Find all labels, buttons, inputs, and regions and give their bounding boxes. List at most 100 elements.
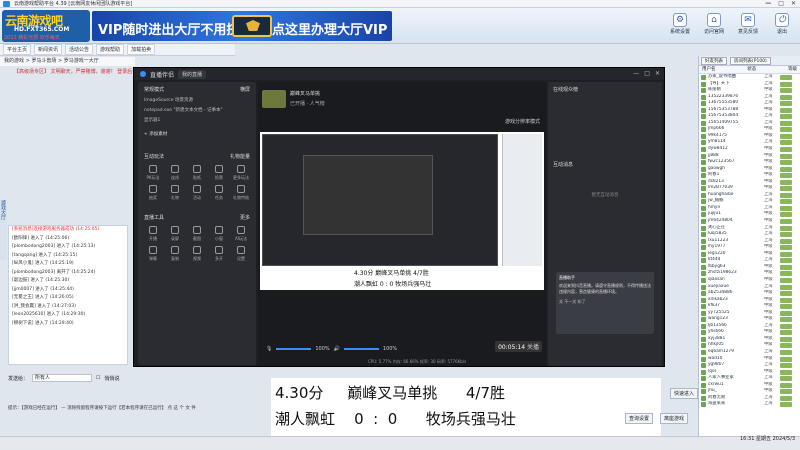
whisper-checkbox[interactable]: ☐ <box>96 375 100 381</box>
clock-date: 2024/5/3 <box>772 436 796 442</box>
quick-enter-button[interactable]: 快速进入 <box>670 388 699 399</box>
avatar-icon <box>701 199 706 205</box>
video-icon <box>193 246 201 254</box>
tool-lottery[interactable]: 抽奖 <box>143 185 163 201</box>
settings-button[interactable]: ⚙ 系统设置 <box>666 12 694 40</box>
tool-label: 截图 <box>193 236 201 241</box>
scene-source-item[interactable]: ImageSource 场景资源 <box>138 95 256 105</box>
tool-label: 设置 <box>237 256 245 261</box>
close-icon[interactable]: ✕ <box>791 0 796 8</box>
col-status[interactable]: 状态 <box>747 66 756 73</box>
site-logo[interactable]: 云南游戏吧 HD.FXT365.COM 2013 精彩无限 欢乐每天 <box>2 10 90 42</box>
tab-room-list[interactable]: 房间列表(P100) <box>730 56 771 65</box>
stream-name[interactable]: 巅峰叉马单挑 <box>290 90 325 97</box>
feedback-button[interactable]: ✉ 意见反馈 <box>734 12 762 40</box>
tool-copy[interactable]: 复制 <box>165 246 185 262</box>
avatar-icon <box>701 376 706 382</box>
col-username[interactable]: 用户名 <box>702 66 716 73</box>
avatar-icon <box>701 107 706 113</box>
leave-seat-button[interactable]: 离座游戏 <box>660 413 689 424</box>
orientation-toggle[interactable]: 横屏 <box>240 86 250 93</box>
website-label: 访问官网 <box>703 29 724 35</box>
add-material-button[interactable]: + 添加素材 <box>138 129 256 139</box>
tab-my-stream[interactable]: 我的直播 <box>178 69 207 79</box>
resolution-mode-toggle[interactable]: 游戏分辨率模式 <box>505 118 540 125</box>
maximize-icon[interactable]: □ <box>644 70 650 77</box>
tool-record[interactable]: 录屏 <box>165 226 185 242</box>
popularity-link[interactable]: 人气榜 <box>310 101 325 107</box>
scene-source-item[interactable]: 显示器1 <box>138 115 256 125</box>
avatar-icon <box>701 192 706 198</box>
tool-label: 礼物特效 <box>233 195 249 200</box>
avatar-icon <box>701 264 706 270</box>
gift-energy-link[interactable]: 礼物能量 <box>230 153 250 160</box>
ad-text-left: VIP随时进出大厅不用挤 <box>98 23 240 38</box>
tool-more[interactable]: 更多玩法 <box>231 165 251 181</box>
tool-gift[interactable]: 礼物 <box>165 185 185 201</box>
toolbar-help[interactable]: 游戏帮助 <box>96 44 125 55</box>
tool-label: 视频 <box>193 256 201 261</box>
toolbar-notice[interactable]: 活动公告 <box>65 44 94 55</box>
avatar-icon <box>701 251 706 257</box>
tool-mini[interactable]: 小窗 <box>209 226 229 242</box>
maximize-icon[interactable]: □ <box>778 0 784 8</box>
popup-footer[interactable]: 关 不一关 知了 <box>559 299 651 305</box>
mic-icon[interactable]: 🎙 <box>266 346 272 352</box>
tool-multi[interactable]: 多开 <box>209 246 229 262</box>
scene-source-item[interactable]: notepad.exe "新建文本文档 - 记事本" <box>138 105 256 115</box>
send-target-select[interactable]: 所有人 <box>32 374 93 382</box>
minimize-icon[interactable]: — <box>765 0 771 8</box>
mic-volume-slider[interactable] <box>276 348 312 350</box>
toolbar-home[interactable]: 平台主页 <box>3 44 32 55</box>
preview-canvas[interactable]: 4.30分 巅峰叉马单挑 4/7胜 潮人飘虹 0 : 0 牧场兵强马壮 <box>260 132 544 290</box>
minimize-icon[interactable]: — <box>633 70 639 77</box>
live-timer[interactable]: 00:05:14 关播 <box>495 341 542 352</box>
user-row[interactable]: 海盗来来 上海 <box>699 401 800 408</box>
system-clock[interactable]: 16:31 星期五 2024/5/3 <box>740 437 795 442</box>
close-icon[interactable]: ✕ <box>655 70 660 77</box>
avatar-icon <box>701 343 706 349</box>
tool-screenshot[interactable]: 截图 <box>187 226 207 242</box>
sticker-icon <box>193 165 201 173</box>
website-button[interactable]: ⌂ 访问官网 <box>700 12 728 40</box>
tool-task[interactable]: 任务 <box>209 185 229 201</box>
tool-ai[interactable]: AI玩法 <box>231 226 251 242</box>
level-icon <box>780 369 792 375</box>
query-settings-button[interactable]: 查询设置 <box>625 413 654 424</box>
link-icon <box>171 165 179 173</box>
chat-log[interactable]: [系统消息]连接游戏服务器成功 (14:25:05) [欧阳锋] 进入了 (14… <box>8 225 128 365</box>
speaker-icon[interactable]: 🔊 <box>334 346 340 352</box>
speaker-volume-slider[interactable] <box>343 348 379 350</box>
avatar-icon <box>701 75 706 80</box>
tool-settings[interactable]: 设置 <box>231 246 251 262</box>
tool-link[interactable]: 连线 <box>165 165 185 181</box>
avatar-icon <box>701 291 706 297</box>
toolbar-auction[interactable]: 加载拍卖 <box>127 44 156 55</box>
tool-pk[interactable]: PK玩法 <box>143 165 163 181</box>
col-level[interactable]: 等级 <box>788 66 797 73</box>
tool-danmaku[interactable]: 弹幕 <box>143 246 163 262</box>
tool-sticker[interactable]: 贴纸 <box>187 165 207 181</box>
user-list[interactable]: 苏家_说书唱曲 上海 【导】天下 上海 陈丽刚 中级 13522339876 上海 136755… <box>699 74 800 408</box>
breadcrumb: 我的游戏 > 罗马斗兽场 > 罗马游戏一大厅 <box>0 57 135 66</box>
status-hint: 提示：【游戏已经在运行】 — 消除残留程序请按下运行【若本程序请在已运行】 点 … <box>8 406 196 411</box>
exit-button[interactable]: ⏻ 退出 <box>768 12 796 40</box>
level-icon <box>780 363 792 369</box>
vip-ad-banner[interactable]: VIP随时进出大厅不用挤 点这里办理大厅VIP <box>92 11 392 41</box>
level-icon <box>780 81 792 87</box>
tool-vote[interactable]: 投票 <box>209 165 229 181</box>
nested-screen-capture-inner <box>303 155 433 235</box>
tool-start[interactable]: 开播 <box>143 226 163 242</box>
side-tab-lobby[interactable]: 游戏大厅 <box>0 200 7 260</box>
level-icon <box>780 330 792 336</box>
stream-cover-thumbnail[interactable] <box>262 90 286 108</box>
tools-more-link[interactable]: 更多 <box>240 214 250 221</box>
tab-friends[interactable]: 好友列表 <box>701 56 727 65</box>
tool-event[interactable]: 活动 <box>187 185 207 201</box>
tool-effect[interactable]: 礼物特效 <box>231 185 251 201</box>
toolbar-news[interactable]: 新闻资讯 <box>34 44 63 55</box>
vote-icon <box>215 165 223 173</box>
tool-video[interactable]: 视频 <box>187 246 207 262</box>
lottery-icon <box>149 185 157 193</box>
level-icon <box>780 166 792 172</box>
